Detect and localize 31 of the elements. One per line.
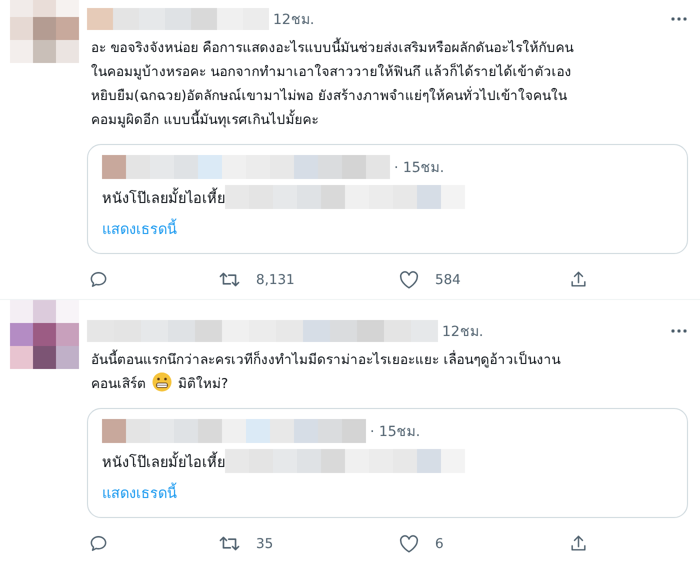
retweet-count: 35 [256, 536, 274, 552]
retweet-icon[interactable] [219, 534, 240, 553]
like-icon[interactable] [399, 534, 419, 552]
like-count: 584 [435, 272, 461, 288]
reply-icon[interactable] [89, 270, 108, 289]
tweet-text: ในคอมมูบ้างหรอคะ นอกจากทำมาเอาใจสาววายให้ฟินกึ แล้วก็ได้รายได้เข้าตัวเอง [91, 64, 572, 80]
tweet-text: อันนี้ตอนแรกนึกว่าละครเวทีก็งงทำไมมีดราม่าอะไรเยอะแยะ เลื่อนๆดูอ้าวเป็นงาน [91, 352, 560, 368]
quoted-tweet-time: · 15ชม. [370, 423, 420, 442]
more-icon[interactable] [671, 329, 687, 333]
quoted-tweet-text: หนังโป๊เลยมั้ยไอเหี้ย [102, 186, 225, 208]
share-icon[interactable] [569, 270, 588, 289]
tweet-text: อะ ขอจริงจังหน่อย คือการแสดงอะไรแบบนี้มันช่วยส่งเสริมหรือผลักดันอะไรให้กับคน [91, 40, 574, 56]
blurred-avatar [10, 0, 79, 63]
quoted-tweet-text: หนังโป๊เลยมั้ยไอเหี้ย [102, 450, 225, 472]
tweet-time[interactable]: 12ชม. [273, 8, 314, 30]
quoted-tweet-card[interactable]: · 15ชม. หนังโป๊เลยมั้ยไอเหี้ย แสดงเธรดนี้ [87, 144, 688, 254]
more-icon[interactable] [671, 17, 687, 21]
tweet-text: คอมมูผิดอีก แบบนี้มันทุเรศเกินไปมั้ยคะ [91, 112, 318, 128]
tweet-text: มิติใหม่? [178, 376, 228, 392]
reply-icon[interactable] [89, 534, 108, 553]
like-icon[interactable] [399, 270, 419, 288]
retweet-icon[interactable] [219, 270, 240, 289]
quoted-tweet-time: · 15ชม. [394, 159, 444, 178]
retweet-count: 8,131 [256, 272, 295, 288]
like-count: 6 [435, 536, 444, 552]
grimacing-emoji-icon [152, 372, 172, 392]
tweet-text: หยิบยืม(ฉกฉวย)อัตลักษณ์เขามาไม่พอ ยังสร้างภาพจำแย่ๆให้คนทั่วไปเข้าใจคนใน [91, 88, 567, 104]
tweet-time[interactable]: 12ชม. [442, 320, 484, 342]
share-icon[interactable] [569, 534, 588, 553]
tweet-text: คอนเสิร์ต [91, 376, 146, 392]
quoted-tweet-card[interactable]: · 15ชม. หนังโป๊เลยมั้ยไอเหี้ย แสดงเธรดนี้ [87, 408, 688, 518]
